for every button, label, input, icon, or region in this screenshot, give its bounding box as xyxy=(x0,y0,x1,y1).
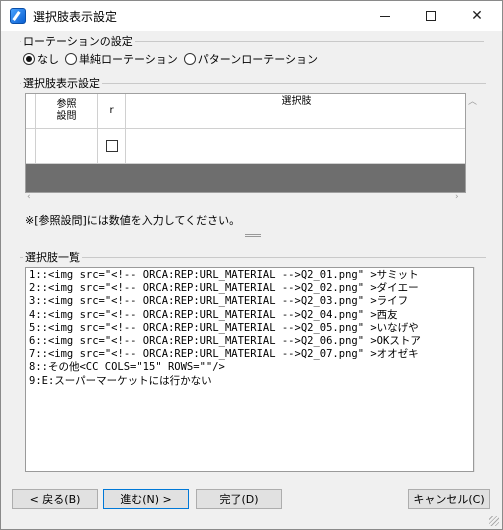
radio-indicator[interactable] xyxy=(183,53,196,65)
grid-horizontal-scrollbar[interactable]: ‹ › xyxy=(25,192,478,205)
radio-none[interactable]: なし xyxy=(23,51,59,67)
choice-line: 3::<img src="<!-- ORCA:REP:URL_MATERIAL … xyxy=(29,295,409,308)
row-header-cell xyxy=(26,129,36,163)
close-icon: ✕ xyxy=(471,8,483,24)
choice-line: 1::<img src="<!-- ORCA:REP:URL_MATERIAL … xyxy=(29,269,419,281)
minimize-icon xyxy=(380,15,390,17)
grid-vertical-scrollbar[interactable]: ︿ xyxy=(466,93,478,193)
choice-line: 4::<img src="<!-- ORCA:REP:URL_MATERIAL … xyxy=(29,308,398,321)
radio-label: なし xyxy=(37,53,59,66)
choice-line: 2::<img src="<!-- ORCA:REP:URL_MATERIAL … xyxy=(29,282,419,295)
rotation-group-label: ローテーションの設定 xyxy=(21,33,135,49)
scroll-right-icon[interactable]: › xyxy=(455,192,459,202)
textarea-vertical-scrollbar[interactable] xyxy=(474,267,486,472)
dialog-window: 選択肢表示設定 ✕ ローテーションの設定 なし 単純ローテーション パターンロー… xyxy=(0,0,503,530)
choice-list-textarea[interactable]: 1::<img src="<!-- ORCA:REP:URL_MATERIAL … xyxy=(25,267,474,472)
resize-grip-icon[interactable] xyxy=(489,516,499,526)
choice-cell[interactable] xyxy=(126,129,465,163)
back-button[interactable]: < 戻る(B) xyxy=(12,489,98,509)
choice-line: 7::<img src="<!-- ORCA:REP:URL_MATERIAL … xyxy=(29,348,419,361)
window-title: 選択肢表示設定 xyxy=(33,10,118,24)
radio-label: 単純ローテーション xyxy=(79,53,178,66)
scroll-up-icon[interactable]: ︿ xyxy=(468,94,477,107)
next-button[interactable]: 進む(N) > xyxy=(103,489,189,509)
close-button[interactable]: ✕ xyxy=(454,1,500,31)
scroll-left-icon[interactable]: ‹ xyxy=(27,192,31,202)
choice-list-group-label: 選択肢一覧 xyxy=(23,249,82,265)
grid-header: 参照 設問 r 選択肢 xyxy=(26,94,465,129)
rotation-options: なし 単純ローテーション パターンローテーション xyxy=(23,51,324,67)
done-button[interactable]: 完了(D) xyxy=(196,489,282,509)
radio-label: パターンローテーション xyxy=(197,53,319,66)
choice-line: 5::<img src="<!-- ORCA:REP:URL_MATERIAL … xyxy=(29,321,419,334)
table-row[interactable] xyxy=(26,129,465,164)
column-header-r[interactable]: r xyxy=(98,94,126,128)
column-header-choice[interactable]: 選択肢 xyxy=(126,94,465,128)
radio-simple-rotation[interactable]: 単純ローテーション xyxy=(65,51,178,67)
maximize-button[interactable] xyxy=(408,1,454,31)
choice-display-group-label: 選択肢表示設定 xyxy=(21,75,102,91)
r-checkbox[interactable] xyxy=(105,140,118,152)
cancel-button[interactable]: キャンセル(C) xyxy=(408,489,490,509)
choice-grid[interactable]: 参照 設問 r 選択肢 xyxy=(25,93,466,193)
radio-pattern-rotation[interactable]: パターンローテーション xyxy=(183,51,319,67)
minimize-button[interactable] xyxy=(362,1,408,31)
column-header-ref[interactable]: 参照 設問 xyxy=(36,94,98,128)
choice-line: 6::<img src="<!-- ORCA:REP:URL_MATERIAL … xyxy=(29,335,421,348)
radio-indicator[interactable] xyxy=(65,53,77,65)
input-note: ※[参照設問]には数値を入力してください。 xyxy=(25,214,241,227)
ref-cell[interactable] xyxy=(36,129,98,163)
r-cell[interactable] xyxy=(98,129,126,163)
choice-line: 8::その他<CC COLS="15" ROWS=""/> xyxy=(29,361,225,374)
radio-indicator[interactable] xyxy=(23,53,35,65)
choice-line: 9:E:スーパーマーケットには行かない xyxy=(29,374,212,387)
maximize-icon xyxy=(426,11,436,21)
title-bar: 選択肢表示設定 ✕ xyxy=(1,1,502,31)
splitter-handle[interactable] xyxy=(245,234,261,237)
row-header-cell xyxy=(26,94,36,128)
app-icon xyxy=(10,8,26,24)
